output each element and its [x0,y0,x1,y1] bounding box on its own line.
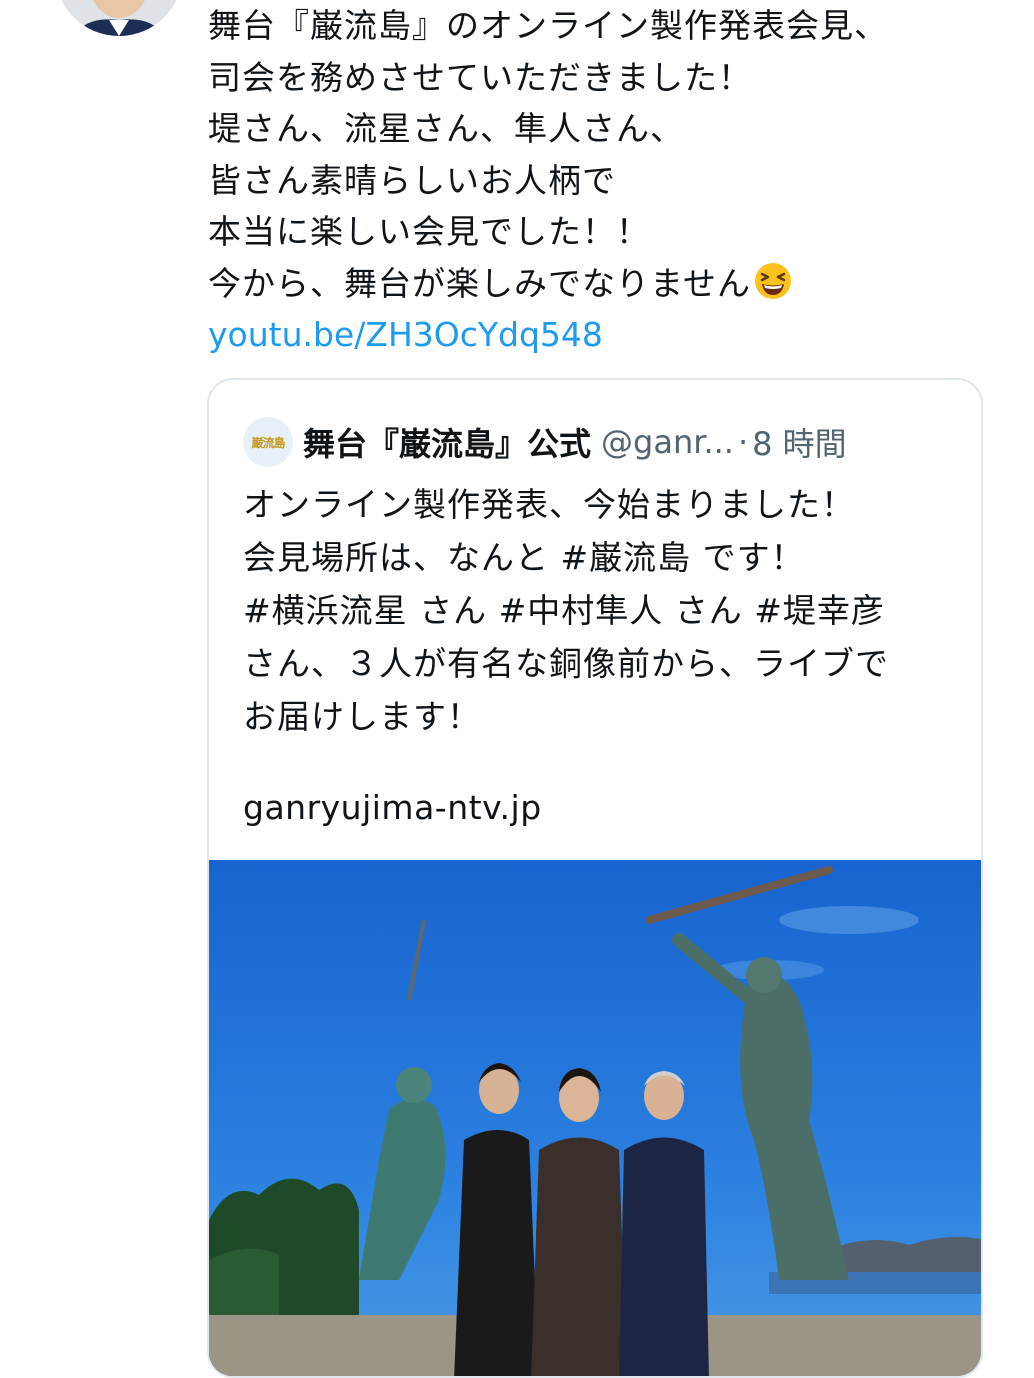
quoted-line: お届けします！ [243,697,481,736]
tweet-line-text: 今から、舞台が楽しみでなりません [208,263,752,303]
quoted-account-handle[interactable]: @ganr... [601,423,734,461]
tweet-body: 舞台『巌流島』のオンライン製作発表会見、 司会を務めさせていただきました！ 堤さ… [208,0,1008,361]
author-avatar[interactable] [55,0,183,36]
grinning-squinting-face-emoji-icon [753,261,793,301]
quoted-line: さん、３人が有名な銅像前から、ライブで [243,644,889,683]
photo-three-men-before-statue-icon [209,860,981,1376]
tweet-line: 本当に楽しい会見でした！！ [208,212,650,251]
quoted-line: 会見場所は、なんと #巌流島 です！ [243,538,805,577]
quoted-account-avatar[interactable]: 巌流島 [243,417,293,467]
tweet-line-last: 今から、舞台が楽しみでなりません [208,258,1008,310]
quoted-tweet-url[interactable]: ganryujima-ntv.jp [243,788,542,827]
quoted-avatar-label: 巌流島 [251,435,285,450]
tweet-line: 堤さん、流星さん、隼人さん、 [208,109,684,148]
quoted-tweet-time[interactable]: 8 時間 [752,419,847,465]
quoted-tweet-body: オンライン製作発表、今始まりました！ 会見場所は、なんと #巌流島 です！ #横… [243,478,963,743]
tweet-link[interactable]: youtu.be/ZH3OcYdq548 [208,309,1008,361]
quoted-line: オンライン製作発表、今始まりました！ [243,485,855,524]
tweet-line: 舞台『巌流島』のオンライン製作発表会見、 [208,6,888,45]
quoted-tweet-card[interactable]: 巌流島 舞台『巌流島』公式 @ganr... · 8 時間 オンライン製作発表、… [207,378,983,1378]
tweet-line: 皆さん素晴らしいお人柄で [208,160,616,200]
tweet-line: 司会を務めさせていただきました！ [208,57,752,97]
quoted-account-name[interactable]: 舞台『巌流島』公式 [303,419,591,465]
quoted-tweet-header: 巌流島 舞台『巌流島』公式 @ganr... · 8 時間 [243,414,847,470]
quoted-line: #横浜流星 さん #中村隼人 さん #堤幸彦 [243,591,885,630]
header-separator: · [737,423,749,461]
quoted-tweet-photo[interactable] [209,860,981,1376]
